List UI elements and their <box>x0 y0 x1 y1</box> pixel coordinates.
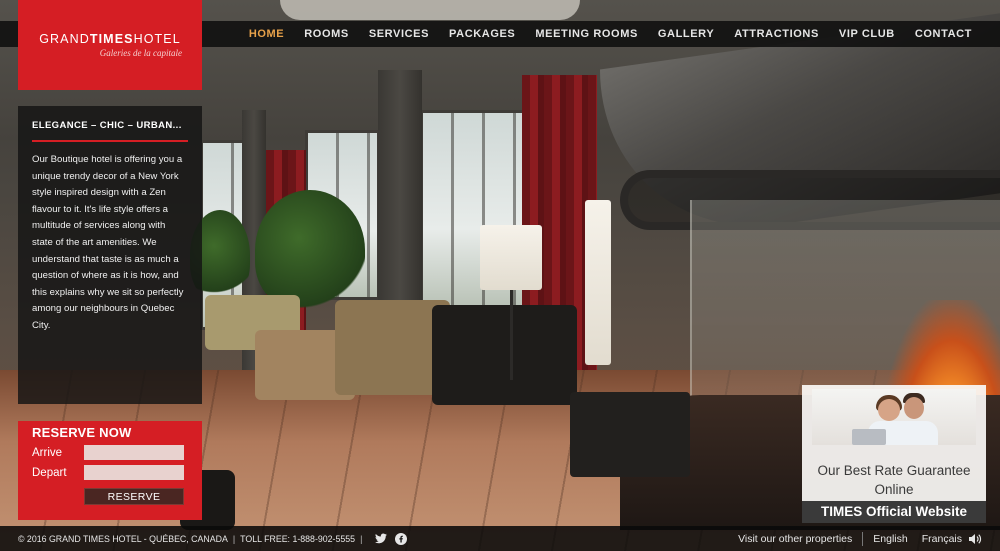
footer-left: © 2016 GRAND TIMES HOTEL - QUÉBEC, CANAD… <box>0 532 408 545</box>
intro-text: Our Boutique hotel is offering you a uni… <box>32 154 184 331</box>
promo-photo <box>812 389 976 445</box>
nav-contact[interactable]: CONTACT <box>905 28 982 40</box>
other-properties-link[interactable]: Visit our other properties <box>738 533 852 545</box>
floor-lamp-pole <box>510 290 513 380</box>
logo-tagline: Galeries de la capitale <box>99 48 182 58</box>
footer-toll-free: TOLL FREE: 1-888-902-5555 <box>240 533 356 544</box>
floor-lamp <box>480 225 542 290</box>
logo-word-grand: GRAND <box>39 32 90 46</box>
promo-photo-face <box>904 397 924 419</box>
ottoman <box>570 392 690 477</box>
sound-icon[interactable] <box>968 533 982 545</box>
nav-attractions[interactable]: ATTRACTIONS <box>724 28 829 40</box>
hotel-logo[interactable]: GRANDTIMESHOTEL Galeries de la capitale <box>18 0 202 90</box>
ceiling-light <box>280 0 580 20</box>
arrive-row: Arrive <box>32 445 188 460</box>
footer-bar: © 2016 GRAND TIMES HOTEL - QUÉBEC, CANAD… <box>0 526 1000 551</box>
arrive-label: Arrive <box>32 446 63 459</box>
reserve-title: RESERVE NOW <box>32 425 132 440</box>
nav-packages[interactable]: PACKAGES <box>439 28 525 40</box>
lang-francais[interactable]: Français <box>922 533 962 545</box>
reserve-button[interactable]: RESERVE <box>84 488 184 505</box>
footer-copyright: © 2016 GRAND TIMES HOTEL - QUÉBEC, CANAD… <box>18 533 228 544</box>
nav-services[interactable]: SERVICES <box>359 28 439 40</box>
logo-title: GRANDTIMESHOTEL <box>39 32 181 46</box>
promo-photo-laptop <box>852 429 886 445</box>
nav-meeting-rooms[interactable]: MEETING ROOMS <box>525 28 648 40</box>
promo-line-2: Online <box>874 482 914 497</box>
facebook-icon[interactable] <box>395 532 408 545</box>
nav-vip-club[interactable]: VIP CLUB <box>829 28 905 40</box>
plant <box>255 190 365 310</box>
main-nav: HOME ROOMS SERVICES PACKAGES MEETING ROO… <box>239 21 982 47</box>
depart-row: Depart <box>32 465 188 480</box>
reserve-form: RESERVE NOW Arrive Depart RESERVE <box>18 421 202 520</box>
nav-home[interactable]: HOME <box>239 28 294 40</box>
leather-armchair <box>432 305 577 405</box>
intro-heading: ELEGANCE – CHIC – URBAN... <box>32 120 188 142</box>
logo-word-hotel: HOTEL <box>133 32 181 46</box>
footer-right: Visit our other properties English Franç… <box>738 531 1000 546</box>
depart-date-input[interactable] <box>84 465 184 480</box>
nav-rooms[interactable]: ROOMS <box>294 28 359 40</box>
intro-panel: ELEGANCE – CHIC – URBAN... Our Boutique … <box>18 106 202 404</box>
logo-word-times: TIMES <box>89 32 134 46</box>
arrive-date-input[interactable] <box>84 445 184 460</box>
promo-line-1: Our Best Rate Guarantee <box>817 463 971 478</box>
footer-divider <box>862 531 864 546</box>
footer-separator: | <box>360 533 363 544</box>
nav-gallery[interactable]: GALLERY <box>648 28 724 40</box>
twitter-icon[interactable] <box>375 533 388 545</box>
promo-official-website: TIMES Official Website <box>802 501 986 523</box>
lang-english[interactable]: English <box>873 533 907 545</box>
best-rate-promo[interactable]: Our Best Rate Guarantee Online TIMES Off… <box>802 385 986 523</box>
footer-separator: | <box>232 533 236 544</box>
promo-text: Our Best Rate Guarantee Online <box>802 461 986 499</box>
promo-photo-face <box>878 399 900 421</box>
depart-label: Depart <box>32 466 67 479</box>
floor-lamp <box>585 200 611 365</box>
